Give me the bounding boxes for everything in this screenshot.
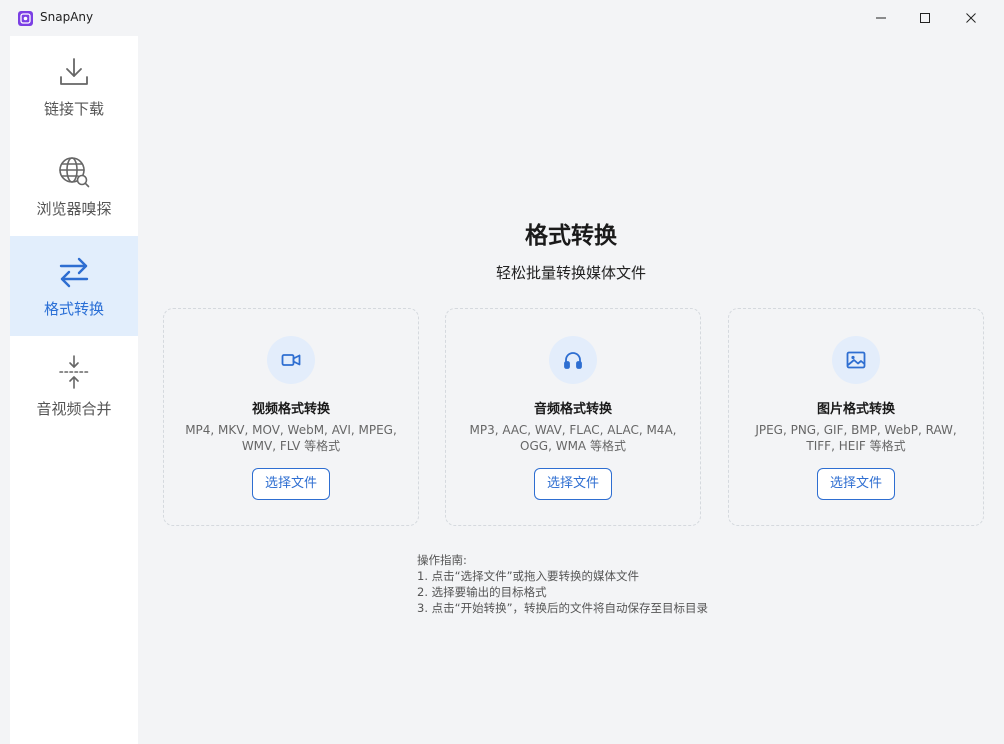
sidebar-item-av-merge[interactable]: 音视频合并 — [10, 336, 138, 436]
maximize-button[interactable] — [902, 0, 948, 36]
title-bar: SnapAny — [0, 0, 1004, 36]
sidebar-item-label: 浏览器嗅探 — [36, 200, 112, 218]
card-title: 图片格式转换 — [816, 402, 895, 417]
image-convert-card[interactable]: 图片格式转换 JPEG, PNG, GIF, BMP, WebP, RAW, T… — [728, 308, 984, 526]
sidebar-item-link-download[interactable]: 链接下载 — [10, 36, 138, 136]
card-icon-badge — [549, 336, 597, 384]
headphones-icon — [564, 352, 582, 369]
image-select-file-button[interactable]: 选择文件 — [816, 468, 895, 500]
app-window: SnapAny 链接下载 浏览器嗅探 格式转换 音视频合并 格式转换 轻松批量转… — [0, 0, 1004, 744]
sidebar-item-browser-sniff[interactable]: 浏览器嗅探 — [10, 136, 138, 236]
card-icon-badge — [267, 336, 315, 384]
audio-convert-card[interactable]: 音频格式转换 MP3, AAC, WAV, FLAC, ALAC, M4A, O… — [445, 308, 701, 526]
operation-guide: 操作指南: 1. 点击“选择文件”或拖入要转换的媒体文件 2. 选择要输出的目标… — [417, 552, 708, 616]
close-icon — [966, 13, 976, 23]
page-subtitle: 轻松批量转换媒体文件 — [495, 264, 646, 282]
close-button[interactable] — [948, 0, 994, 36]
minimize-icon — [876, 17, 886, 19]
card-formats: JPEG, PNG, GIF, BMP, WebP, RAW, TIFF, HE… — [755, 423, 957, 453]
card-title: 音频格式转换 — [533, 402, 612, 417]
video-convert-card[interactable]: 视频格式转换 MP4, MKV, MOV, WebM, AVI, MPEG, W… — [163, 308, 419, 526]
video-icon — [281, 354, 301, 366]
sidebar: 链接下载 浏览器嗅探 格式转换 音视频合并 — [10, 36, 138, 744]
guide-step: 1. 点击“选择文件”或拖入要转换的媒体文件 — [417, 569, 640, 583]
globe-search-icon — [59, 157, 90, 188]
page-title: 格式转换 — [525, 223, 617, 249]
merge-icon — [59, 355, 89, 389]
video-select-file-button[interactable]: 选择文件 — [251, 468, 330, 500]
app-logo-icon — [18, 11, 33, 26]
guide-step: 2. 选择要输出的目标格式 — [417, 585, 547, 599]
card-formats: MP3, AAC, WAV, FLAC, ALAC, M4A, OGG, WMA… — [469, 423, 677, 453]
card-icon-badge — [832, 336, 880, 384]
swap-arrows-icon — [59, 257, 89, 288]
download-icon — [60, 58, 88, 85]
sidebar-item-label: 音视频合并 — [36, 400, 112, 418]
image-icon — [846, 351, 866, 369]
card-formats: MP4, MKV, MOV, WebM, AVI, MPEG, WMV, FLV… — [185, 423, 397, 453]
sidebar-item-format-convert[interactable]: 格式转换 — [10, 236, 138, 336]
sidebar-item-label: 格式转换 — [43, 300, 104, 318]
maximize-icon — [920, 13, 930, 23]
minimize-button[interactable] — [858, 0, 904, 36]
guide-step: 3. 点击“开始转换”，转换后的文件将自动保存至目标目录 — [417, 601, 709, 615]
sidebar-item-label: 链接下载 — [43, 100, 104, 118]
card-title: 视频格式转换 — [251, 402, 330, 417]
guide-heading: 操作指南: — [417, 553, 467, 567]
app-title: SnapAny — [40, 10, 94, 24]
audio-select-file-button[interactable]: 选择文件 — [533, 468, 612, 500]
